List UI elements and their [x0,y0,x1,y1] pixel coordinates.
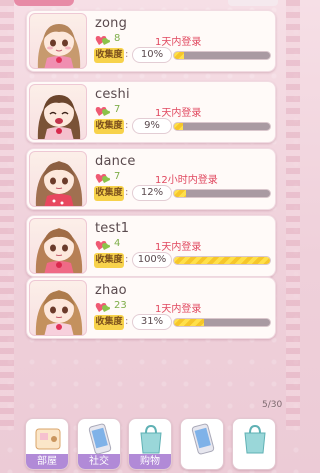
shopping-bag-icon [244,424,266,454]
left-lace-border [0,0,14,430]
colon: : [125,49,129,60]
login-status: 1天内登录 [155,242,202,253]
collect-progress-bar [173,318,271,327]
player-name: zong [95,16,128,31]
chibi-avatar-icon [35,161,83,206]
progress-fill [174,257,270,264]
heart-count: 7 [114,171,121,182]
nav-item-5[interactable] [232,418,276,470]
heart-count: 8 [114,33,121,44]
room-icon [35,428,61,450]
login-status: 12小时内登录 [155,175,218,186]
phone-icon [191,423,215,455]
login-status: 1天内登录 [155,37,202,48]
heart-count-icon [95,174,110,183]
page-indicator: 5/30 [262,400,283,410]
nav-shopping[interactable]: 购物 [128,418,172,470]
progress-fill [174,319,204,326]
collect-badge: 收集度 [94,186,124,201]
login-status: 1天内登录 [155,304,202,315]
heart-count-icon [95,36,110,45]
right-lace-border [286,0,300,430]
heart-count-icon [95,303,110,312]
collect-badge: 收集度 [94,119,124,134]
phone-icon [88,423,112,455]
player-name: zhao [95,283,127,298]
nav-label: 购物 [129,454,171,469]
login-status: 1天内登录 [155,108,202,119]
collect-percent: 9% [132,118,172,134]
heart-count-icon [95,241,110,250]
heart-count-icon [95,107,110,116]
colon: : [125,316,129,327]
shopping-bag-icon [140,424,162,454]
collect-percent: 100% [132,252,172,268]
progress-fill [174,190,186,197]
collect-badge: 收集度 [94,253,124,268]
collect-badge: 收集度 [94,315,124,330]
chibi-avatar-icon [37,24,81,68]
collect-progress-bar [173,51,271,60]
avatar[interactable] [29,218,87,274]
player-name: ceshi [95,87,130,102]
progress-fill [174,123,183,130]
avatar[interactable] [29,13,87,69]
friend-card[interactable]: ceshi 7 1天内登录 收集度 : 9% [26,81,276,143]
heart-count: 23 [114,300,127,311]
friend-card[interactable]: zong 8 1天内登录 收集度 : 10% [26,10,276,72]
nav-label: 部屋 [26,454,68,469]
collect-percent: 12% [132,185,172,201]
nav-room[interactable]: 部屋 [25,418,69,470]
colon: : [125,120,129,131]
collect-badge: 收集度 [94,48,124,63]
avatar[interactable] [29,151,87,207]
progress-fill [174,52,184,59]
collect-progress-bar [173,122,271,131]
avatar[interactable] [29,280,87,336]
player-name: dance [95,154,136,169]
colon: : [125,187,129,198]
friend-card[interactable]: zhao 23 1天内登录 收集度 : 31% [26,277,276,339]
collect-progress-bar [173,189,271,198]
top-tab[interactable] [14,0,74,6]
player-name: test1 [95,221,130,236]
collect-percent: 10% [132,47,172,63]
top-strip [228,0,278,6]
friend-card[interactable]: test1 4 1天内登录 收集度 : 100% [26,215,276,277]
colon: : [125,254,129,265]
bottom-nav: 部屋 社交 购物 [0,418,300,473]
chibi-avatar-icon [35,228,83,273]
heart-count: 7 [114,104,121,115]
avatar[interactable] [29,84,87,140]
nav-social[interactable]: 社交 [77,418,121,470]
nav-label: 社交 [78,454,120,469]
nav-item-4[interactable] [180,418,224,470]
heart-count: 4 [114,238,121,249]
friend-card[interactable]: dance 7 12小时内登录 收集度 : 12% [26,148,276,210]
collect-progress-bar [173,256,271,265]
chibi-avatar-icon [35,290,83,335]
collect-percent: 31% [132,314,172,330]
chibi-avatar-icon [37,95,81,139]
